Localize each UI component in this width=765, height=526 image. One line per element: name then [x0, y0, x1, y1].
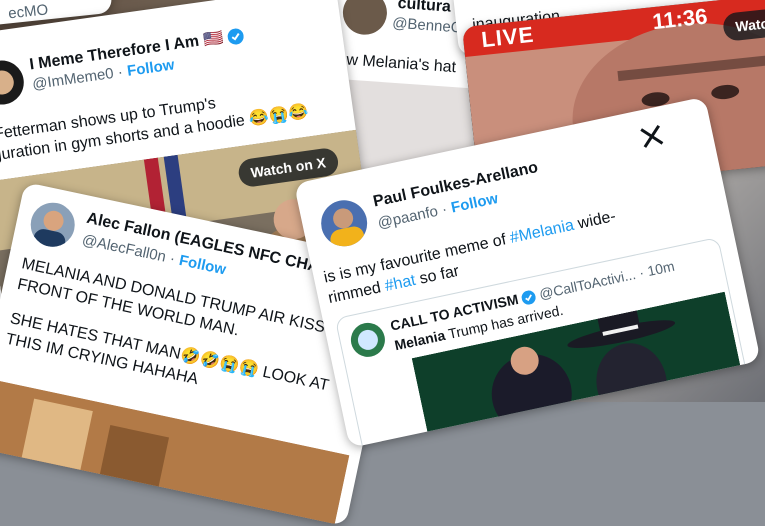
verified-badge-icon	[227, 28, 244, 45]
tweet-author-name: cultura	[397, 0, 452, 16]
flag-emoji: 🇺🇸	[202, 29, 225, 49]
avatar	[26, 198, 79, 251]
quoted-time: · 10m	[637, 257, 676, 281]
x-logo-icon[interactable]	[638, 122, 666, 150]
verified-badge-icon	[521, 290, 536, 305]
separator-dot: ·	[440, 200, 449, 219]
avatar	[341, 0, 389, 37]
separator-dot: ·	[116, 63, 125, 82]
quoted-handle: @CallToActivi...	[537, 266, 638, 303]
avatar	[0, 57, 27, 108]
avatar	[347, 319, 389, 361]
hashtag-hat[interactable]: #hat	[383, 272, 417, 295]
tweet-text: aw Melania's hat	[337, 50, 457, 77]
tweet-handle: ecMO	[7, 1, 50, 23]
live-label: LIVE	[480, 21, 536, 53]
avatar	[316, 196, 372, 251]
separator-dot: ·	[168, 250, 177, 268]
